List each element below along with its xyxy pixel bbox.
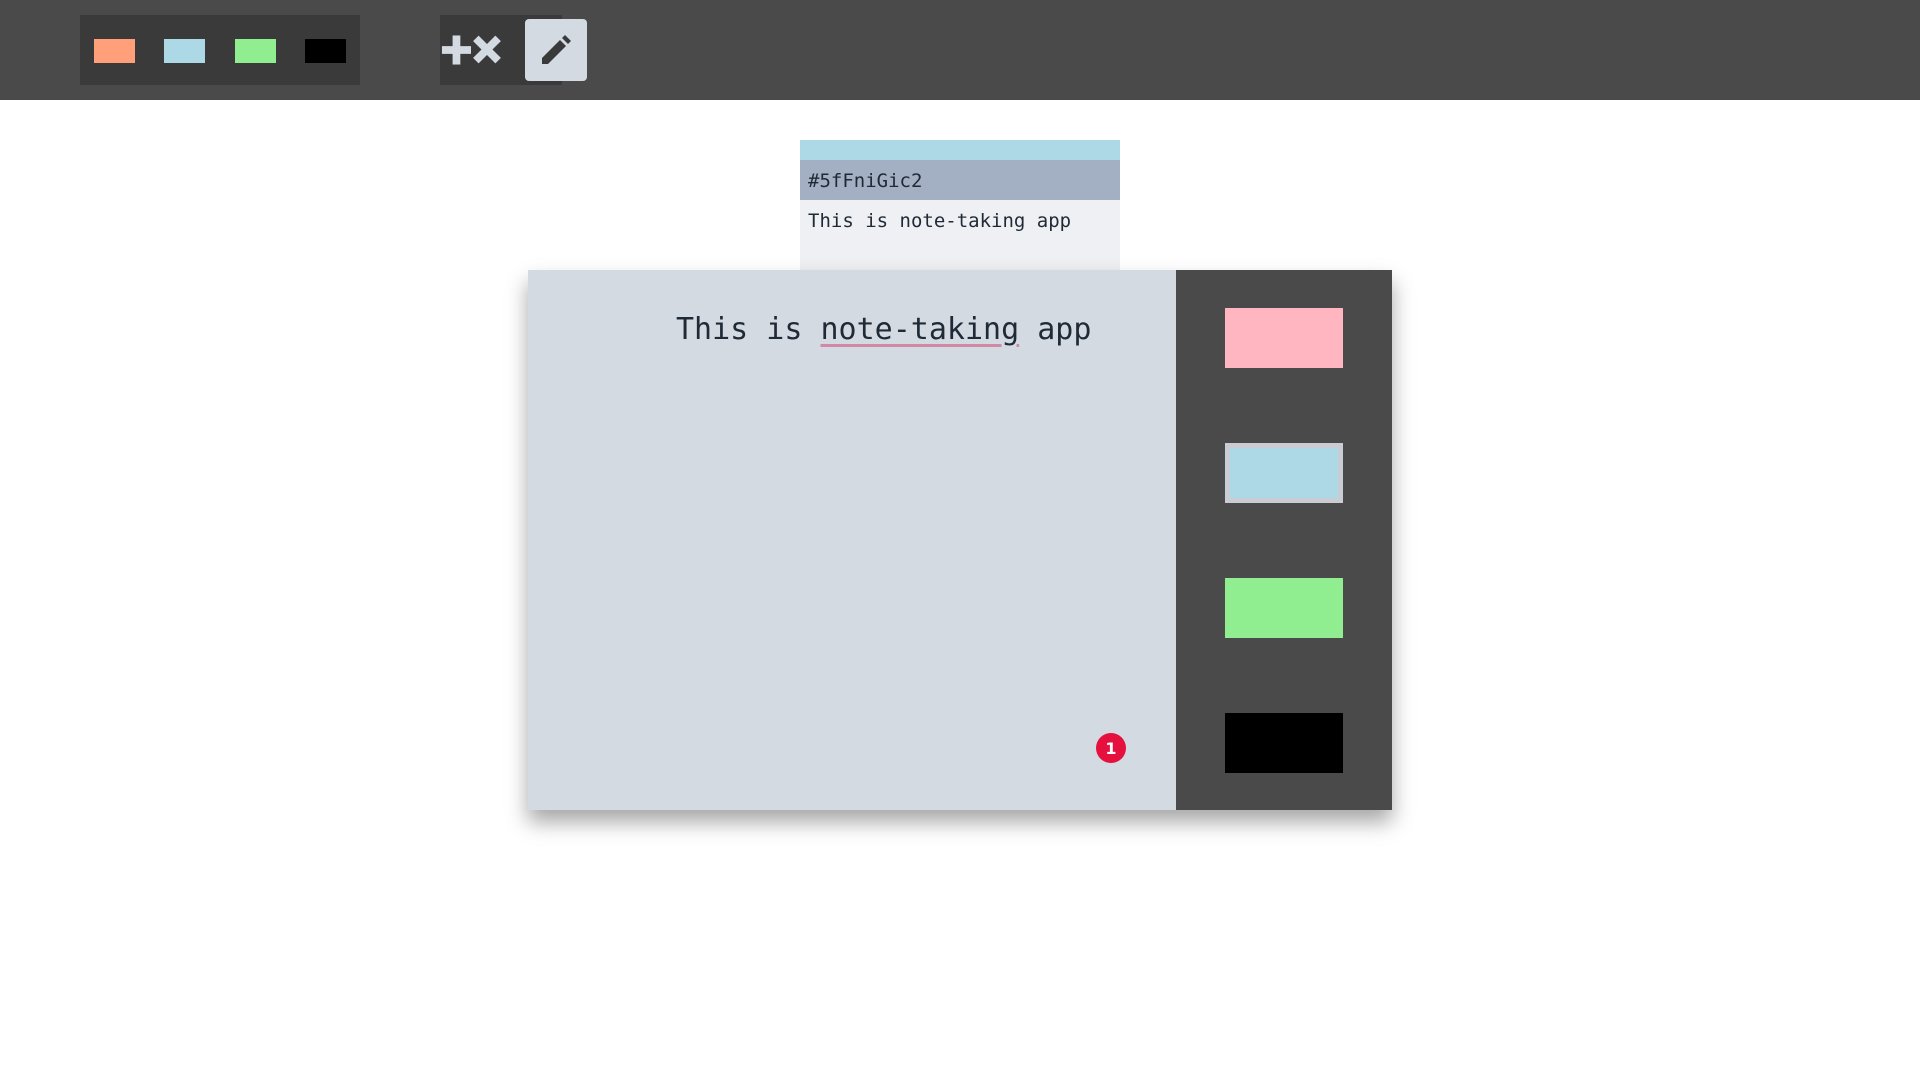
top-toolbar (0, 0, 1920, 100)
text-segment: app (1019, 312, 1092, 347)
misspelled-word[interactable]: note-taking (821, 312, 1020, 347)
note-id: #5fFniGic2 (800, 160, 1120, 200)
add-remove-button[interactable] (440, 15, 502, 85)
spelling-error-badge[interactable]: 1 (1096, 733, 1126, 763)
plus-times-icon (441, 35, 501, 65)
palette-swatch-light-green[interactable] (235, 39, 276, 63)
pencil-icon (542, 35, 571, 64)
color-option-pink[interactable] (1225, 308, 1343, 368)
note-preview: This is note-taking app (808, 210, 1072, 232)
color-option-light-green[interactable] (1225, 578, 1343, 638)
palette-swatch-black[interactable] (305, 39, 346, 63)
palette-swatch-light-blue[interactable] (164, 39, 205, 63)
color-picker-panel (1176, 270, 1392, 810)
color-option-light-blue[interactable] (1225, 443, 1343, 503)
note-card[interactable]: #5fFniGic2 This is note-taking app (800, 140, 1120, 270)
tool-group (440, 15, 587, 85)
palette-swatch-orange[interactable] (94, 39, 135, 63)
note-editor-body[interactable]: This is note-taking app 1 (528, 270, 1176, 810)
color-palette (80, 15, 360, 85)
text-segment: This is (676, 312, 821, 347)
note-color-strip (800, 140, 1120, 160)
note-editor-modal: This is note-taking app 1 (528, 270, 1392, 810)
edit-button[interactable] (525, 19, 587, 81)
note-editor-text[interactable]: This is note-taking app (676, 312, 1091, 347)
color-option-black[interactable] (1225, 713, 1343, 773)
